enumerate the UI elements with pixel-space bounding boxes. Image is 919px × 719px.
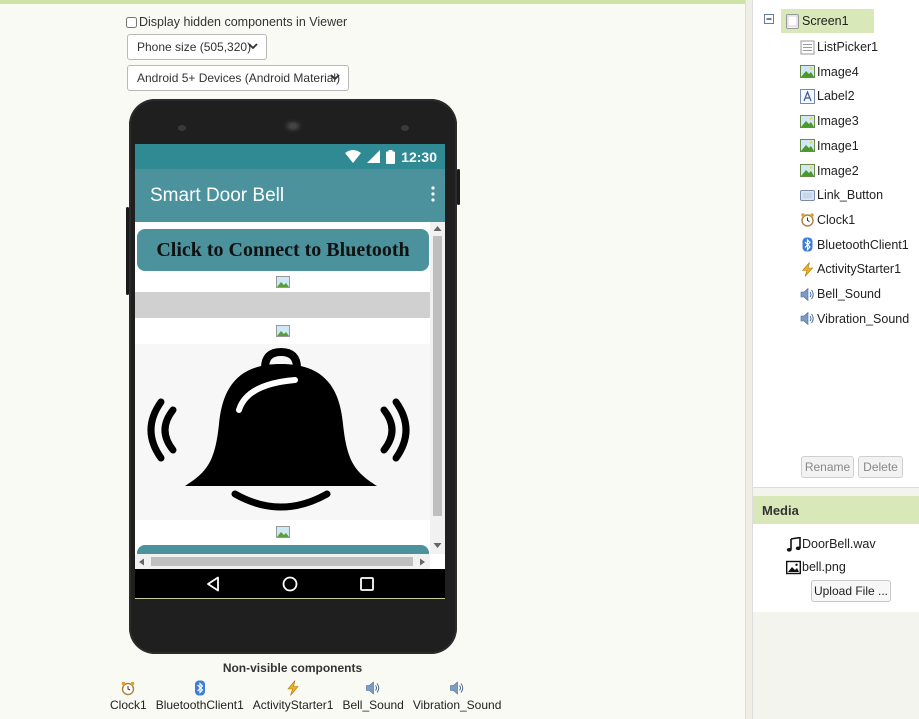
horizontal-scrollbar[interactable] xyxy=(135,554,430,569)
phone-mockup: 12:30 Smart Door Bell Click to Connect t… xyxy=(126,99,460,654)
bell-image xyxy=(135,344,430,520)
media-header: Media xyxy=(753,496,919,524)
bluetooth-icon xyxy=(194,680,205,696)
sound-icon xyxy=(450,681,464,695)
listpicker-icon xyxy=(800,40,815,54)
non-visible-bluetooth[interactable]: BluetoothClient1 xyxy=(156,680,244,712)
upload-file-button[interactable]: Upload File ... xyxy=(811,580,891,602)
app-title: Smart Door Bell xyxy=(150,184,285,206)
non-visible-clock[interactable]: Clock1 xyxy=(110,680,147,712)
listpicker-bar[interactable] xyxy=(135,292,430,318)
tree-item-bluetoothclient1[interactable]: BluetoothClient1 xyxy=(800,235,909,255)
tree-item-bell-sound[interactable]: Bell_Sound xyxy=(800,284,881,304)
collapse-icon[interactable] xyxy=(764,14,774,24)
battery-icon xyxy=(386,149,396,164)
scroll-left-icon[interactable] xyxy=(138,558,145,566)
tree-item-image4[interactable]: Image4 xyxy=(800,62,859,82)
rename-button[interactable]: Rename xyxy=(801,456,854,478)
scroll-right-icon[interactable] xyxy=(419,558,426,566)
phone-screen: 12:30 Smart Door Bell Click to Connect t… xyxy=(135,144,445,599)
button-icon xyxy=(800,189,815,201)
delete-button[interactable]: Delete xyxy=(858,456,903,478)
media-file-doorbell-wav[interactable]: DoorBell.wav xyxy=(786,534,876,554)
tree-item-image1[interactable]: Image1 xyxy=(800,136,859,156)
image-icon xyxy=(800,114,815,128)
scrollbar-thumb[interactable] xyxy=(151,557,413,566)
scroll-down-icon[interactable] xyxy=(433,542,442,549)
theme-select[interactable]: Android 5+ Devices (Android Material) xyxy=(127,65,349,91)
tree-item-label2[interactable]: Label2 xyxy=(800,86,855,106)
image-placeholder-icon xyxy=(276,526,290,538)
sound-icon xyxy=(800,312,814,326)
overflow-menu-icon[interactable] xyxy=(431,186,435,202)
phone-side-button xyxy=(457,169,460,205)
phone-camera xyxy=(283,119,303,133)
non-visible-activity-starter[interactable]: ActivityStarter1 xyxy=(253,680,333,712)
panel-divider[interactable] xyxy=(745,0,753,719)
chevron-down-icon xyxy=(330,74,340,81)
bluetooth-icon xyxy=(802,237,813,252)
image-placeholder-icon xyxy=(276,276,290,288)
app-bar: Smart Door Bell xyxy=(135,169,445,222)
screen-icon xyxy=(786,13,799,29)
image-icon xyxy=(800,139,815,153)
tree-item-screen1[interactable]: Screen1 xyxy=(781,9,874,33)
media-file-bell-png[interactable]: bell.png xyxy=(786,557,846,577)
screen-content: Click to Connect to Bluetooth xyxy=(135,222,445,569)
home-icon[interactable] xyxy=(282,576,298,592)
bell-icon xyxy=(147,347,410,511)
scrollbar-thumb[interactable] xyxy=(433,236,442,516)
status-time: 12:30 xyxy=(401,148,437,165)
chevron-down-icon xyxy=(248,43,258,50)
tree-item-vibration-sound[interactable]: Vibration_Sound xyxy=(800,309,909,329)
viewer-panel: Display hidden components in Viewer Phon… xyxy=(0,0,745,719)
clock-icon xyxy=(122,681,135,696)
recents-icon[interactable] xyxy=(360,576,374,591)
components-panel: Screen1 ListPicker1 Image4 Label2 Image3 Ima… xyxy=(753,0,919,488)
image-placeholder-icon xyxy=(276,325,290,337)
image-icon xyxy=(800,65,815,79)
activity-starter-icon xyxy=(287,680,299,696)
vertical-scrollbar[interactable] xyxy=(430,222,445,554)
tree-item-clock1[interactable]: Clock1 xyxy=(800,210,855,230)
scroll-up-icon[interactable] xyxy=(433,225,442,232)
non-visible-bell-sound[interactable]: Bell_Sound xyxy=(342,680,404,712)
clock-icon xyxy=(801,213,814,228)
media-panel: DoorBell.wav bell.png Upload File ... xyxy=(753,524,919,612)
sound-icon xyxy=(366,681,380,695)
phone-sensor xyxy=(178,125,186,131)
connect-bluetooth-button[interactable]: Click to Connect to Bluetooth xyxy=(137,229,429,271)
tree-item-image3[interactable]: Image3 xyxy=(800,111,859,131)
tree-item-image2[interactable]: Image2 xyxy=(800,161,859,181)
back-icon[interactable] xyxy=(206,576,220,592)
phone-size-select[interactable]: Phone size (505,320) xyxy=(127,34,267,60)
tree-item-listpicker1[interactable]: ListPicker1 xyxy=(800,37,878,57)
wifi-icon xyxy=(345,150,362,163)
tree-item-link-button[interactable]: Link_Button xyxy=(800,185,883,205)
sound-icon xyxy=(800,287,814,301)
signal-icon xyxy=(367,150,381,163)
image-icon xyxy=(800,164,815,177)
display-hidden-label: Display hidden components in Viewer xyxy=(139,15,348,29)
picture-icon xyxy=(786,560,801,574)
phone-side-button xyxy=(126,207,129,295)
label-icon xyxy=(800,88,815,104)
android-nav-bar xyxy=(135,569,445,599)
status-bar: 12:30 xyxy=(135,144,445,169)
activity-starter-icon xyxy=(801,262,814,277)
non-visible-title: Non-visible components xyxy=(222,661,363,675)
non-visible-vibration-sound[interactable]: Vibration_Sound xyxy=(413,680,501,712)
phone-sensor xyxy=(401,125,409,131)
display-hidden-components-row[interactable]: Display hidden components in Viewer xyxy=(126,15,347,29)
tree-item-activitystarter1[interactable]: ActivityStarter1 xyxy=(800,259,901,279)
display-hidden-checkbox[interactable] xyxy=(126,16,137,28)
music-note-icon xyxy=(786,536,801,552)
non-visible-list: Clock1 BluetoothClient1 ActivityStarter1… xyxy=(110,680,501,712)
